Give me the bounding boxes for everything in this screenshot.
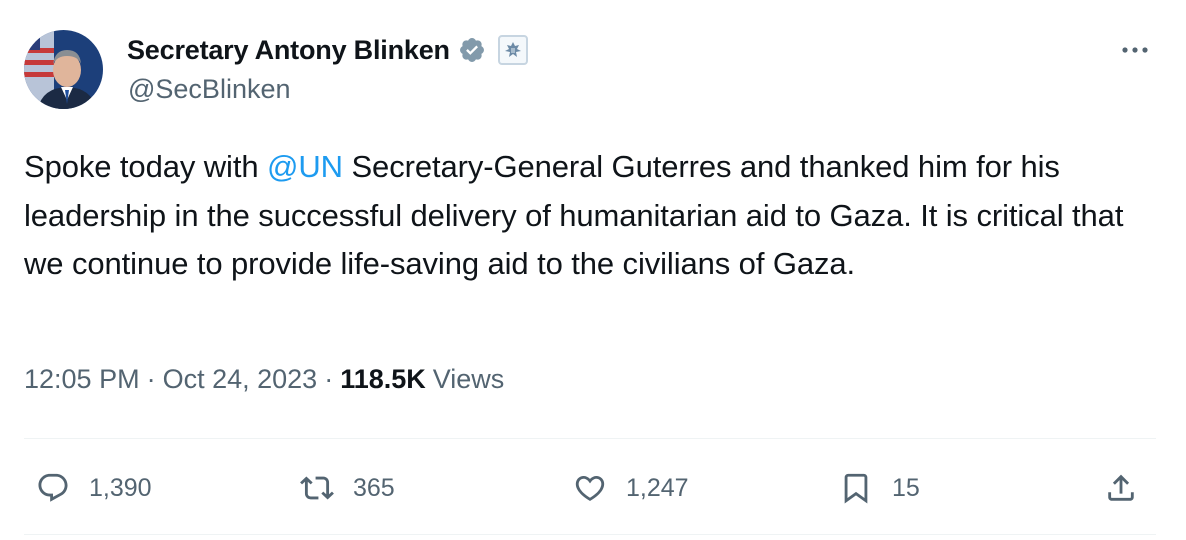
tweet-meta: 12:05 PM · Oct 24, 2023 · 118.5K Views xyxy=(24,364,504,395)
tweet-text: Spoke today with @UN Secretary-General G… xyxy=(24,143,1164,289)
avatar-image xyxy=(24,30,103,109)
like-button[interactable]: 1,247 xyxy=(573,462,689,514)
author-display-name[interactable]: Secretary Antony Blinken xyxy=(127,35,450,66)
meta-separator: · xyxy=(324,364,334,394)
reply-button[interactable]: 1,390 xyxy=(36,462,152,514)
repost-button[interactable]: 365 xyxy=(300,462,395,514)
share-icon xyxy=(1108,474,1134,501)
bookmark-icon xyxy=(844,473,868,504)
action-bar: 1,390 365 1,247 15 xyxy=(24,462,1156,514)
reply-icon xyxy=(38,473,68,502)
divider xyxy=(24,534,1156,535)
like-count: 1,247 xyxy=(626,473,689,502)
avatar[interactable] xyxy=(24,30,103,109)
verified-badge-icon[interactable] xyxy=(458,36,486,64)
views-label: Views xyxy=(432,364,505,394)
divider xyxy=(24,438,1156,439)
tweet-text-part: Spoke today with xyxy=(24,149,268,184)
tweet-date[interactable]: Oct 24, 2023 xyxy=(163,364,318,395)
more-options-icon[interactable] xyxy=(1117,36,1153,64)
tweet-time[interactable]: 12:05 PM xyxy=(24,364,140,395)
reply-count: 1,390 xyxy=(89,473,152,502)
meta-separator: · xyxy=(146,364,156,394)
bookmark-button[interactable]: 15 xyxy=(839,462,920,514)
author-name-row: Secretary Antony Blinken xyxy=(127,30,528,70)
author-handle[interactable]: @SecBlinken xyxy=(128,74,291,105)
mention-link[interactable]: @UN xyxy=(267,149,343,184)
heart-icon xyxy=(575,475,605,501)
repost-icon xyxy=(300,476,334,500)
repost-count: 365 xyxy=(353,473,395,502)
us-state-department-seal-icon[interactable] xyxy=(497,35,528,65)
views-count[interactable]: 118.5K xyxy=(340,364,426,395)
bookmark-count: 15 xyxy=(892,473,920,502)
share-button[interactable] xyxy=(1104,462,1138,514)
